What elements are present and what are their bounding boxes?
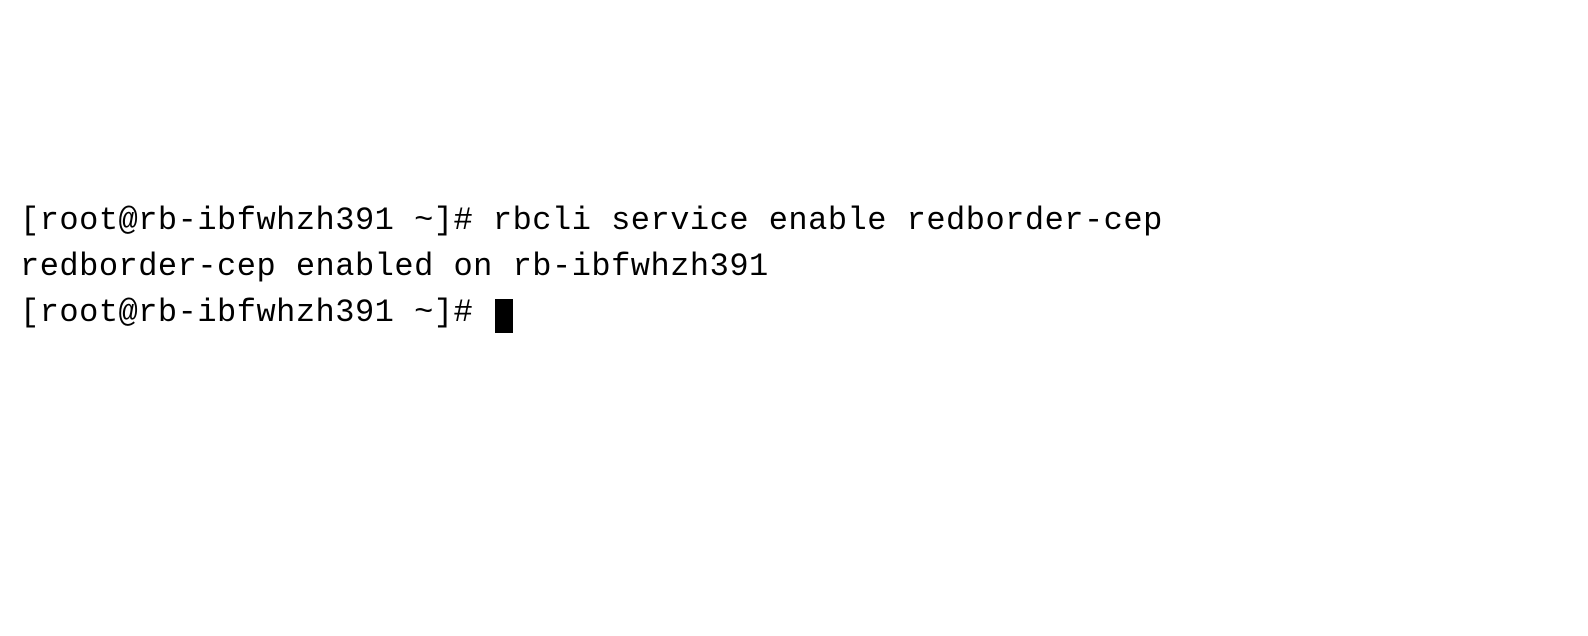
terminal-line-output: redborder-cep enabled on rb-ibfwhzh391	[20, 244, 1568, 290]
output-text: redborder-cep enabled on rb-ibfwhzh391	[20, 248, 769, 285]
shell-prompt: [root@rb-ibfwhzh391 ~]#	[20, 294, 493, 331]
terminal-output[interactable]: [root@rb-ibfwhzh391 ~]# rbcli service en…	[20, 198, 1568, 337]
terminal-line-command: [root@rb-ibfwhzh391 ~]# rbcli service en…	[20, 198, 1568, 244]
cursor-block-icon	[495, 299, 513, 333]
shell-prompt: [root@rb-ibfwhzh391 ~]#	[20, 202, 493, 239]
command-text: rbcli service enable redborder-cep	[493, 202, 1163, 239]
terminal-line-prompt: [root@rb-ibfwhzh391 ~]#	[20, 290, 1568, 336]
